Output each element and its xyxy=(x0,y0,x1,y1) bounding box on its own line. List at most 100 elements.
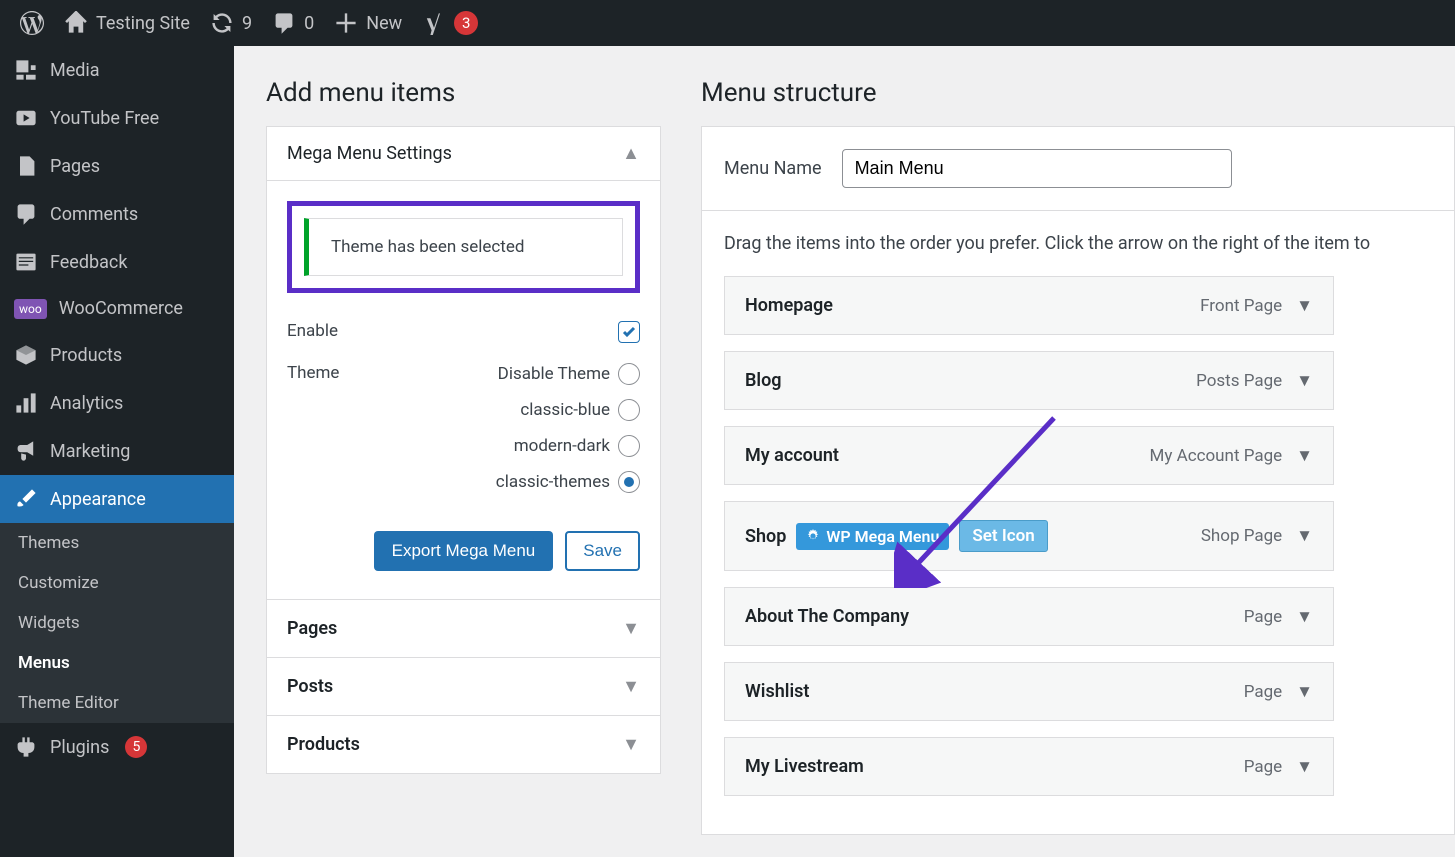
drag-instructions: Drag the items into the order you prefer… xyxy=(724,233,1432,254)
add-items-accordion: Mega Menu Settings ▲ Theme has been sele… xyxy=(266,126,661,774)
mega-menu-title: Mega Menu Settings xyxy=(287,143,452,164)
mega-menu-settings-header[interactable]: Mega Menu Settings ▲ xyxy=(267,127,660,181)
caret-down-icon[interactable]: ▼ xyxy=(1296,296,1313,316)
sidebar-item-marketing[interactable]: Marketing xyxy=(0,427,234,475)
site-home-link[interactable]: Testing Site xyxy=(54,0,200,46)
theme-option-classic-blue[interactable]: classic-blue xyxy=(496,399,640,421)
sidebar-item-pages[interactable]: Pages xyxy=(0,142,234,190)
menu-item-title: Wishlist xyxy=(745,681,809,702)
sidebar-item-youtube[interactable]: YouTube Free xyxy=(0,94,234,142)
posts-section-header[interactable]: Posts ▼ xyxy=(267,657,660,715)
caret-down-icon[interactable]: ▼ xyxy=(1296,446,1313,466)
comment-icon xyxy=(272,11,296,35)
menu-item-handle[interactable]: About The Company Page ▼ xyxy=(724,587,1334,646)
submenu-themes[interactable]: Themes xyxy=(0,523,234,563)
wp-mega-menu-button[interactable]: WP Mega Menu xyxy=(796,523,949,550)
sidebar-item-analytics[interactable]: Analytics xyxy=(0,379,234,427)
updates-link[interactable]: 9 xyxy=(200,0,262,46)
theme-option-classic-themes[interactable]: classic-themes xyxy=(496,471,640,493)
menu-item-handle[interactable]: Shop WP Mega MenuSet IconShop Page▼ xyxy=(724,501,1334,571)
enable-label: Enable xyxy=(287,321,338,341)
radio-modern-dark[interactable] xyxy=(618,435,640,457)
menu-item-type: Posts Page xyxy=(1196,371,1282,391)
yoast-link[interactable]: 3 xyxy=(412,0,488,46)
sidebar-item-feedback[interactable]: Feedback xyxy=(0,238,234,286)
radio-classic-blue[interactable] xyxy=(618,399,640,421)
main-content: Add menu items Mega Menu Settings ▲ Them… xyxy=(234,46,1455,857)
sidebar-label: YouTube Free xyxy=(50,108,159,129)
wp-mega-label: WP Mega Menu xyxy=(826,527,939,546)
sidebar-label: Plugins xyxy=(50,737,109,758)
sidebar-item-appearance[interactable]: Appearance xyxy=(0,475,234,523)
menu-item-handle[interactable]: Blog Posts Page ▼ xyxy=(724,351,1334,410)
sidebar-label: Appearance xyxy=(50,489,146,510)
caret-down-icon[interactable]: ▼ xyxy=(1296,526,1313,546)
caret-down-icon: ▼ xyxy=(622,676,640,697)
pages-section-header[interactable]: Pages ▼ xyxy=(267,599,660,657)
sidebar-item-products[interactable]: Products xyxy=(0,331,234,379)
comments-link[interactable]: 0 xyxy=(262,0,324,46)
add-menu-items-column: Add menu items Mega Menu Settings ▲ Them… xyxy=(266,78,661,825)
sidebar-label: Products xyxy=(50,345,122,366)
wp-logo-button[interactable] xyxy=(10,0,54,46)
radio-classic-themes[interactable] xyxy=(618,471,640,493)
caret-down-icon[interactable]: ▼ xyxy=(1296,757,1313,777)
sidebar-label: Media xyxy=(50,60,100,81)
export-mega-menu-button[interactable]: Export Mega Menu xyxy=(374,531,554,571)
caret-down-icon[interactable]: ▼ xyxy=(1296,682,1313,702)
menu-item-type-area: Page ▼ xyxy=(1244,757,1313,777)
menu-item-handle[interactable]: My account My Account Page▼ xyxy=(724,426,1334,485)
menu-item-title: About The Company xyxy=(745,606,909,627)
submenu-menus[interactable]: Menus xyxy=(0,643,234,683)
section-label: Pages xyxy=(287,618,337,639)
menu-name-input[interactable] xyxy=(842,149,1232,188)
sidebar-label: Marketing xyxy=(50,441,130,462)
megaphone-icon xyxy=(14,439,38,463)
theme-selected-notice: Theme has been selected xyxy=(304,218,623,276)
comments-count: 0 xyxy=(304,13,314,34)
analytics-icon xyxy=(14,391,38,415)
new-label: New xyxy=(366,13,402,34)
menu-item-title: My Livestream xyxy=(745,756,864,777)
theme-option-label: Disable Theme xyxy=(498,364,610,384)
new-content-link[interactable]: New xyxy=(324,0,412,46)
menu-item-type-area: Posts Page ▼ xyxy=(1196,371,1313,391)
caret-down-icon: ▼ xyxy=(622,618,640,639)
menu-item-type: Front Page xyxy=(1200,296,1282,316)
caret-down-icon[interactable]: ▼ xyxy=(1296,607,1313,627)
set-icon-button[interactable]: Set Icon xyxy=(959,520,1047,552)
radio-disable-theme[interactable] xyxy=(618,363,640,385)
sidebar-item-media[interactable]: Media xyxy=(0,46,234,94)
menu-item-handle[interactable]: Wishlist Page ▼ xyxy=(724,662,1334,721)
menu-item-handle[interactable]: My Livestream Page ▼ xyxy=(724,737,1334,796)
sidebar-label: WooCommerce xyxy=(59,298,183,319)
menu-item-title: Blog xyxy=(745,370,782,391)
yoast-count-badge: 3 xyxy=(454,11,478,35)
products-section-header[interactable]: Products ▼ xyxy=(267,715,660,773)
video-icon xyxy=(14,106,38,130)
submenu-customize[interactable]: Customize xyxy=(0,563,234,603)
wordpress-icon xyxy=(20,11,44,35)
menu-item-type: Page xyxy=(1244,682,1282,702)
updates-count: 9 xyxy=(242,13,252,34)
comment-icon xyxy=(14,202,38,226)
sidebar-item-comments[interactable]: Comments xyxy=(0,190,234,238)
menu-item-handle[interactable]: Homepage Front Page▼ xyxy=(724,276,1334,335)
theme-option-disable[interactable]: Disable Theme xyxy=(496,363,640,385)
menu-item-type: Page xyxy=(1244,757,1282,777)
theme-option-modern-dark[interactable]: modern-dark xyxy=(496,435,640,457)
enable-checkbox[interactable] xyxy=(618,321,640,343)
menu-structure-body: Drag the items into the order you prefer… xyxy=(702,211,1454,834)
menu-item-type: Page xyxy=(1244,607,1282,627)
menu-item-title: My account xyxy=(745,445,839,466)
mega-menu-settings-body: Theme has been selected Enable Theme Dis… xyxy=(267,181,660,599)
sidebar-item-woocommerce[interactable]: woo WooCommerce xyxy=(0,286,234,331)
section-label: Posts xyxy=(287,676,333,697)
submenu-theme-editor[interactable]: Theme Editor xyxy=(0,683,234,723)
submenu-widgets[interactable]: Widgets xyxy=(0,603,234,643)
sidebar-item-plugins[interactable]: Plugins 5 xyxy=(0,723,234,771)
sidebar-label: Analytics xyxy=(50,393,123,414)
caret-down-icon[interactable]: ▼ xyxy=(1296,371,1313,391)
save-button[interactable]: Save xyxy=(565,531,640,571)
section-label: Products xyxy=(287,734,360,755)
